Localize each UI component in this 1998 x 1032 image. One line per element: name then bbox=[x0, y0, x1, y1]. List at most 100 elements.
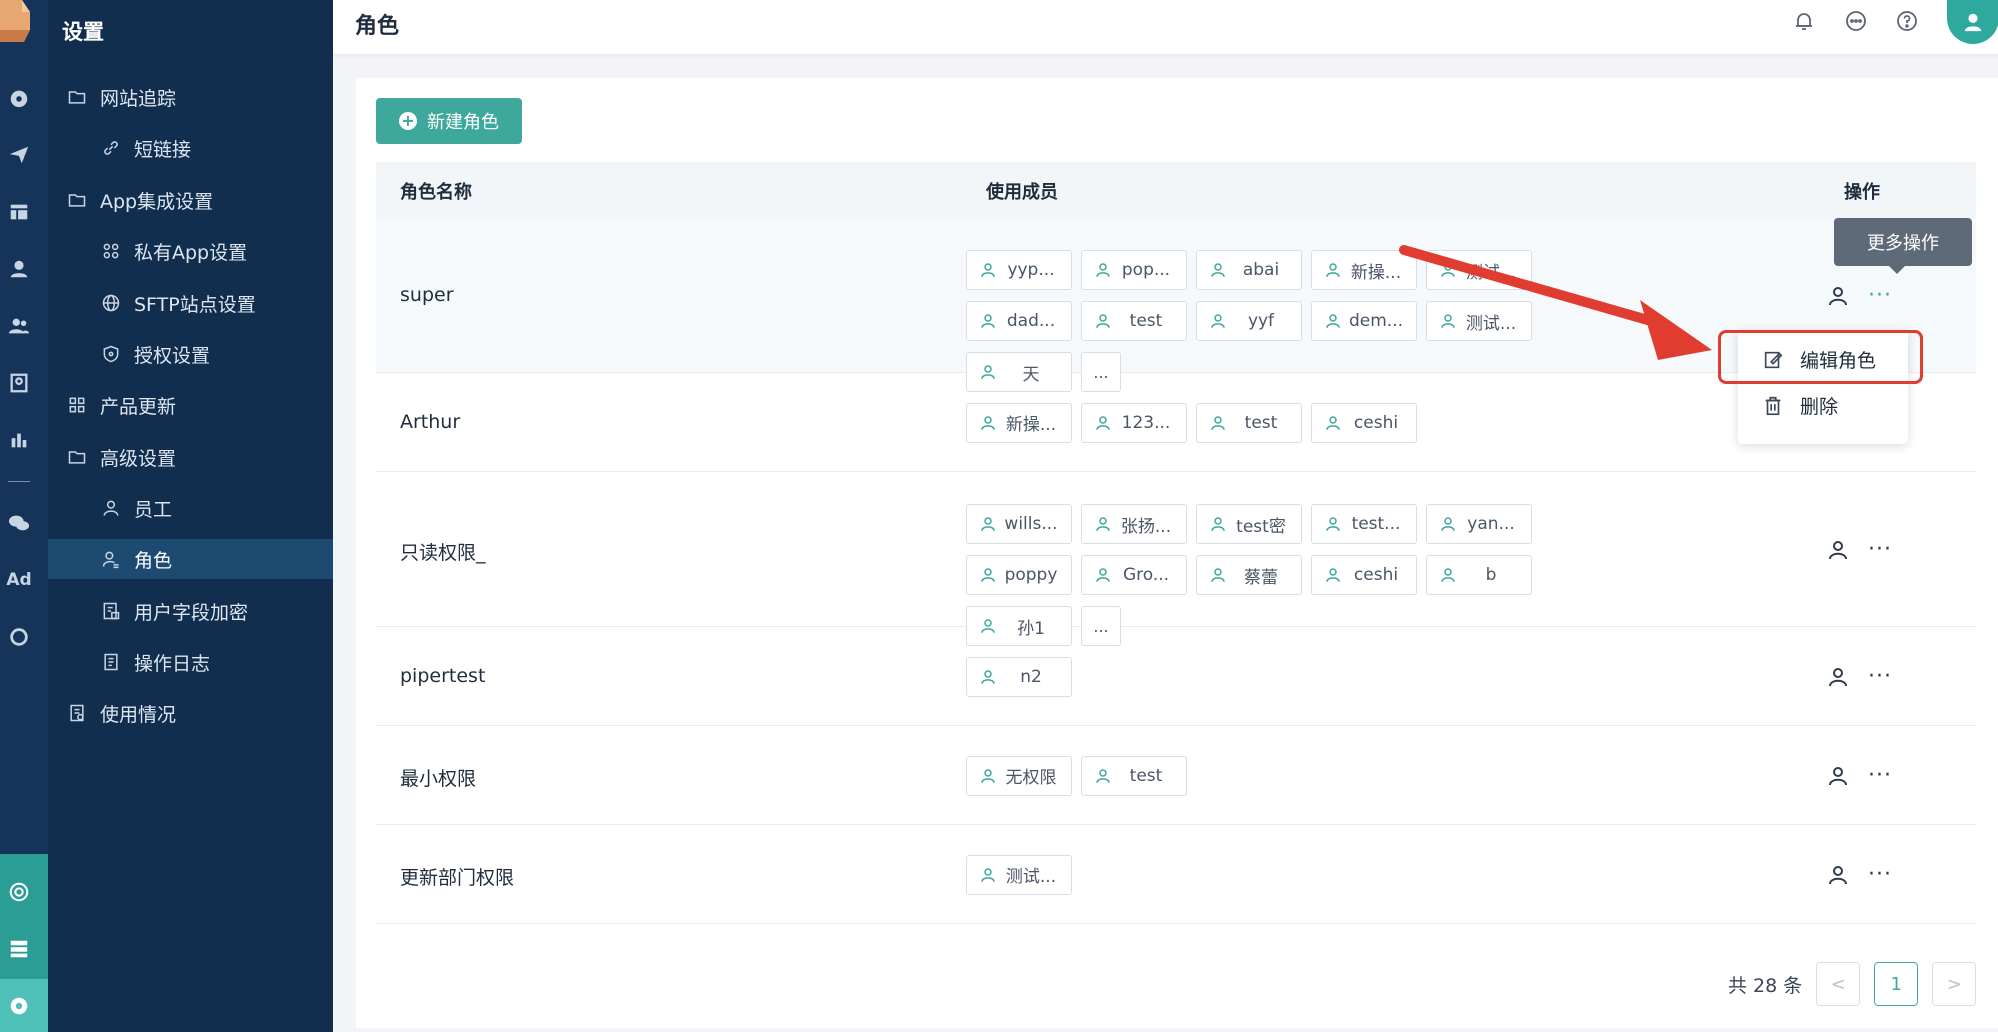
sidebar-item-employees[interactable]: 员工 bbox=[48, 488, 333, 528]
ad-icon[interactable]: Ad bbox=[4, 565, 34, 595]
member-tag[interactable]: ceshi bbox=[1311, 555, 1417, 595]
person-icon[interactable] bbox=[4, 254, 34, 284]
member-tag[interactable]: poppy bbox=[966, 555, 1072, 595]
member-tag[interactable]: test bbox=[1081, 755, 1187, 796]
bell-icon[interactable] bbox=[1791, 8, 1817, 34]
badge-icon[interactable] bbox=[4, 368, 34, 398]
user-icon bbox=[100, 497, 122, 519]
member-list: 测试... bbox=[966, 854, 1646, 895]
apps-icon bbox=[100, 240, 122, 262]
sidebar-item-field-encryption[interactable]: 用户字段加密 bbox=[48, 591, 333, 631]
table-row: 更新部门权限 测试... ··· bbox=[376, 825, 1976, 924]
member-name: 新操... bbox=[1350, 262, 1402, 283]
sidebar-item-label: 网站追踪 bbox=[100, 87, 177, 110]
member-list: n2 bbox=[966, 656, 1646, 697]
sidebar-item-label: 使用情况 bbox=[100, 703, 177, 726]
assign-members-icon[interactable] bbox=[1826, 665, 1850, 689]
sidebar-item-label: SFTP站点设置 bbox=[134, 293, 256, 316]
more-actions-button[interactable]: ··· bbox=[1868, 665, 1892, 687]
assign-members-icon[interactable] bbox=[1826, 764, 1850, 788]
dropdown-delete[interactable]: 删除 bbox=[1762, 392, 1838, 419]
member-tag[interactable]: 张扬... bbox=[1081, 504, 1187, 544]
sidebar-item-roles[interactable]: 角色 bbox=[48, 539, 333, 579]
more-actions-button[interactable]: ··· bbox=[1868, 538, 1892, 560]
bar-chart-icon[interactable] bbox=[4, 425, 34, 455]
prev-page-button[interactable]: < bbox=[1816, 962, 1861, 1006]
member-tag[interactable]: Gro... bbox=[1081, 555, 1187, 595]
member-tag[interactable]: dad... bbox=[966, 301, 1072, 341]
avatar[interactable] bbox=[1947, 0, 1998, 44]
member-tag[interactable]: yyf bbox=[1196, 301, 1302, 341]
sidebar-item-sftp[interactable]: SFTP站点设置 bbox=[48, 283, 333, 323]
member-tag[interactable]: 蔡蕾 bbox=[1196, 555, 1302, 595]
member-name: 测试... bbox=[1005, 867, 1057, 887]
member-tag[interactable]: test密 bbox=[1196, 504, 1302, 544]
member-tag[interactable]: wills... bbox=[966, 504, 1072, 544]
sidebar-item-advanced-settings[interactable]: 高级设置 bbox=[48, 437, 333, 477]
member-tag[interactable]: 测试... bbox=[966, 854, 1072, 895]
member-tag[interactable]: n2 bbox=[966, 656, 1072, 697]
row-actions: ··· bbox=[1826, 764, 1892, 788]
member-name: n2 bbox=[1020, 666, 1042, 687]
assign-members-icon[interactable] bbox=[1826, 284, 1850, 308]
sidebar-item-short-link[interactable]: 短链接 bbox=[48, 128, 333, 168]
wechat-icon[interactable] bbox=[4, 508, 34, 538]
sidebar-item-authorization[interactable]: 授权设置 bbox=[48, 334, 333, 374]
log-icon bbox=[100, 651, 122, 673]
help-icon[interactable] bbox=[1894, 8, 1920, 34]
settings-gear-icon[interactable] bbox=[4, 991, 34, 1021]
send-icon[interactable] bbox=[4, 140, 34, 170]
assign-members-icon[interactable] bbox=[1826, 863, 1850, 887]
member-name: 测试... bbox=[1465, 262, 1517, 283]
trash-icon bbox=[1765, 396, 1781, 415]
member-name: 张扬... bbox=[1120, 516, 1172, 537]
new-role-button[interactable]: + 新建角色 bbox=[376, 98, 522, 144]
more-actions-button[interactable]: ··· bbox=[1868, 863, 1892, 885]
more-actions-button[interactable]: ··· bbox=[1868, 764, 1892, 786]
chat-icon[interactable] bbox=[1843, 8, 1869, 34]
member-tag[interactable]: test bbox=[1081, 301, 1187, 341]
folder-icon bbox=[66, 446, 88, 468]
member-tag[interactable]: ceshi bbox=[1311, 402, 1417, 443]
group-icon[interactable] bbox=[4, 311, 34, 341]
page-button-current[interactable]: 1 bbox=[1874, 962, 1919, 1006]
member-tag[interactable]: test bbox=[1196, 402, 1302, 443]
layout-icon[interactable] bbox=[4, 197, 34, 227]
rail-settings-active[interactable] bbox=[0, 979, 48, 1032]
member-tag[interactable]: 新操... bbox=[966, 402, 1072, 443]
member-tag[interactable]: pop... bbox=[1081, 250, 1187, 290]
member-tag[interactable]: test... bbox=[1311, 504, 1417, 544]
dashboard-icon[interactable] bbox=[4, 83, 34, 113]
member-tag[interactable]: yyp... bbox=[966, 250, 1072, 290]
member-tag[interactable]: 测试... bbox=[1426, 301, 1532, 341]
role-name: pipertest bbox=[400, 664, 486, 687]
member-tag[interactable]: 无权限 bbox=[966, 755, 1072, 796]
more-actions-button[interactable]: ··· bbox=[1868, 284, 1892, 306]
member-user-icon bbox=[1209, 414, 1227, 432]
member-tag[interactable]: 新操... bbox=[1311, 250, 1417, 290]
sidebar-item-private-app[interactable]: 私有App设置 bbox=[48, 231, 333, 271]
refresh-icon[interactable] bbox=[4, 622, 34, 652]
member-user-icon bbox=[1209, 312, 1227, 330]
sidebar-item-label: 私有App设置 bbox=[134, 241, 248, 264]
member-tag[interactable]: 123... bbox=[1081, 402, 1187, 443]
sidebar-item-operation-log[interactable]: 操作日志 bbox=[48, 642, 333, 682]
sidebar-item-website-tracking[interactable]: 网站追踪 bbox=[48, 77, 333, 117]
grid-icon bbox=[66, 394, 88, 416]
member-tag[interactable]: yan... bbox=[1426, 504, 1532, 544]
member-tag[interactable]: b bbox=[1426, 555, 1532, 595]
assign-members-icon[interactable] bbox=[1826, 538, 1850, 562]
member-user-icon bbox=[1094, 566, 1112, 584]
column-header-name: 角色名称 bbox=[400, 182, 472, 203]
sidebar-item-usage[interactable]: 使用情况 bbox=[48, 693, 333, 733]
integration-icon[interactable] bbox=[4, 877, 34, 907]
member-user-icon bbox=[979, 515, 997, 533]
member-tag[interactable]: dem... bbox=[1311, 301, 1417, 341]
next-page-button[interactable]: > bbox=[1932, 962, 1977, 1006]
server-icon[interactable] bbox=[4, 934, 34, 964]
sidebar-item-app-integration[interactable]: App集成设置 bbox=[48, 180, 333, 220]
member-tag[interactable]: abai bbox=[1196, 250, 1302, 290]
member-tag[interactable]: 测试... bbox=[1426, 250, 1532, 290]
sidebar-item-product-updates[interactable]: 产品更新 bbox=[48, 385, 333, 425]
member-user-icon bbox=[1094, 312, 1112, 330]
